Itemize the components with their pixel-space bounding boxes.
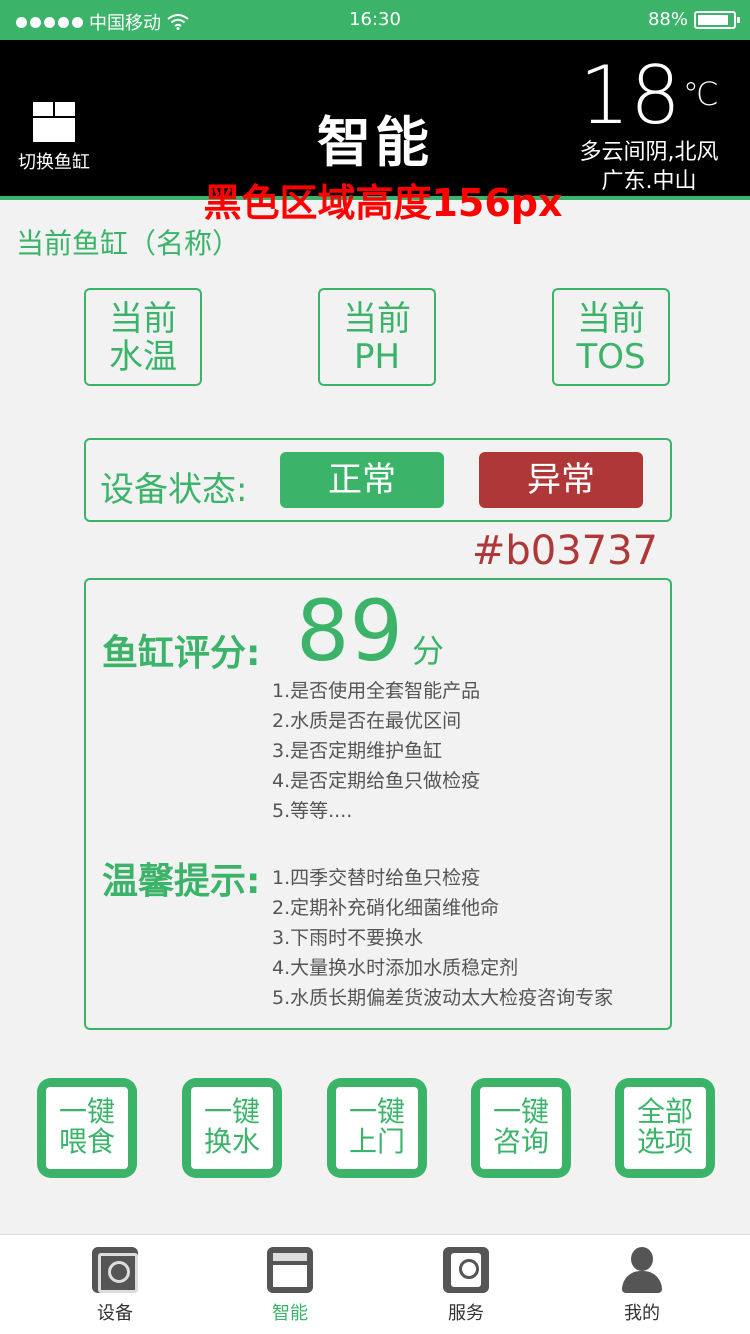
tab-smart[interactable]: 智能	[240, 1247, 340, 1325]
metric-line1: 当前	[109, 299, 177, 339]
all-options-button-face: 全部 选项	[624, 1087, 706, 1169]
current-tank-name: 当前鱼缸（名称）	[16, 227, 241, 260]
action-line1: 一键	[203, 1095, 260, 1128]
tab-label: 我的	[624, 1303, 660, 1324]
action-line1: 全部	[636, 1095, 693, 1128]
temperature-display: 18℃	[564, 52, 734, 138]
service-icon	[443, 1247, 489, 1293]
list-item: 3.下雨时不要换水	[272, 927, 424, 949]
score-label: 鱼缸评分:	[102, 633, 261, 674]
score-unit: 分	[412, 632, 445, 670]
bottom-tab-bar: 设备 智能 服务 我的	[0, 1234, 750, 1334]
tab-device[interactable]: 设备	[65, 1247, 165, 1325]
battery-percent: 88%	[647, 9, 688, 30]
clock: 16:30	[349, 9, 401, 30]
battery-group: 88%	[647, 9, 740, 30]
consult-button[interactable]: 一键 咨询	[471, 1078, 571, 1178]
tab-label: 智能	[272, 1303, 308, 1324]
list-item: 4.大量换水时添加水质稳定剂	[272, 957, 519, 979]
metric-line1: 当前	[343, 299, 411, 339]
list-item: 1.是否使用全套智能产品	[272, 680, 481, 702]
tab-service[interactable]: 服务	[416, 1247, 516, 1325]
profile-icon	[619, 1247, 665, 1293]
metric-line2: TOS	[576, 337, 646, 377]
action-line2: 换水	[203, 1125, 260, 1158]
all-options-button[interactable]: 全部 选项	[615, 1078, 715, 1178]
weather-description: 多云间阴,北风	[579, 140, 719, 165]
temperature-value: 18	[579, 49, 681, 142]
feed-button-face: 一键 喂食	[46, 1087, 128, 1169]
change-water-button[interactable]: 一键 换水	[182, 1078, 282, 1178]
color-annotation: #b03737	[471, 528, 658, 574]
action-line2: 喂食	[58, 1125, 115, 1158]
action-line1: 一键	[348, 1095, 405, 1128]
list-item: 2.水质是否在最优区间	[272, 710, 462, 732]
home-service-button-face: 一键 上门	[336, 1087, 418, 1169]
feed-button[interactable]: 一键 喂食	[37, 1078, 137, 1178]
action-line2: 上门	[348, 1125, 405, 1158]
change-water-button-face: 一键 换水	[191, 1087, 273, 1169]
device-icon	[92, 1247, 138, 1293]
list-item: 2.定期补充硝化细菌维他命	[272, 897, 500, 919]
metric-line2: PH	[353, 337, 401, 377]
tab-profile[interactable]: 我的	[592, 1247, 692, 1325]
status-abnormal-button[interactable]: 异常	[479, 452, 643, 508]
action-line1: 一键	[492, 1095, 549, 1128]
tips-label: 温馨提示:	[102, 861, 261, 902]
metric-tos-button[interactable]: 当前 TOS	[552, 288, 670, 386]
consult-button-face: 一键 咨询	[480, 1087, 562, 1169]
metric-ph-button[interactable]: 当前 PH	[318, 288, 436, 386]
device-status-panel: 设备状态: 正常 异常	[84, 438, 672, 522]
temperature-unit: ℃	[682, 75, 719, 113]
score-value: 89	[296, 582, 403, 680]
list-item: 5.水质长期偏差货波动太大检疫咨询专家	[272, 987, 614, 1009]
list-item: 4.是否定期给鱼只做检疫	[272, 770, 481, 792]
tab-label: 服务	[448, 1303, 484, 1324]
status-normal-button[interactable]: 正常	[280, 452, 444, 508]
device-status-label: 设备状态:	[100, 470, 248, 510]
action-line2: 选项	[636, 1125, 693, 1158]
tank-score-panel: 鱼缸评分: 89 分 1.是否使用全套智能产品 2.水质是否在最优区间 3.是否…	[84, 578, 672, 1030]
action-line2: 咨询	[492, 1125, 549, 1158]
smart-icon	[267, 1247, 313, 1293]
status-bar: 中国移动 16:30 88%	[0, 0, 750, 40]
header-height-annotation: 黑色区域高度156px	[203, 181, 563, 225]
home-service-button[interactable]: 一键 上门	[327, 1078, 427, 1178]
metric-line1: 当前	[577, 299, 645, 339]
list-item: 5.等等....	[272, 800, 353, 822]
list-item: 3.是否定期维护鱼缸	[272, 740, 443, 762]
battery-icon	[694, 10, 740, 29]
score-criteria-list: 1.是否使用全套智能产品 2.水质是否在最优区间 3.是否定期维护鱼缸 4.是否…	[272, 676, 480, 826]
metric-line2: 水温	[109, 337, 177, 377]
tab-label: 设备	[97, 1303, 133, 1324]
list-item: 1.四季交替时给鱼只检疫	[272, 867, 481, 889]
tips-list: 1.四季交替时给鱼只检疫 2.定期补充硝化细菌维他命 3.下雨时不要换水 4.大…	[272, 863, 613, 1013]
metric-water-temp-button[interactable]: 当前 水温	[84, 288, 202, 386]
action-line1: 一键	[58, 1095, 115, 1128]
